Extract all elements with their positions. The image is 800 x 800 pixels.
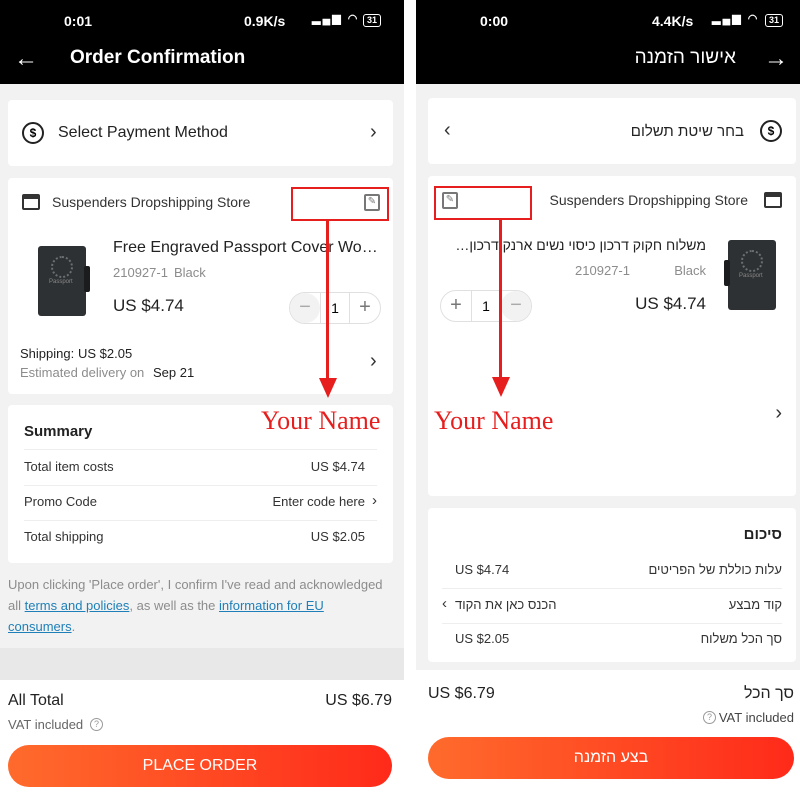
delivery-date: Sep 21 (153, 365, 195, 380)
store-name: Suspenders Dropshipping Store (52, 194, 251, 210)
status-time: 0:00 (480, 13, 509, 29)
store-card: ✎ Suspenders Dropshipping Store משלוח חק… (428, 176, 796, 496)
quantity-value[interactable]: 1 (471, 291, 501, 321)
total-value: US $6.79 (428, 685, 495, 702)
network-speed: 0.9K/s (244, 13, 286, 29)
total-label: All Total (8, 692, 64, 709)
disclaimer-text: Upon clicking 'Place order', I confirm I… (8, 577, 383, 634)
status-time: 0:01 (64, 13, 93, 29)
place-order-button[interactable]: PLACE ORDER (8, 745, 392, 787)
payment-method-label: Select Payment Method (58, 124, 228, 141)
back-arrow-icon[interactable]: → (764, 45, 788, 73)
chevron-right-icon: › (372, 492, 377, 509)
app-bar: ← Order Confirmation (0, 40, 404, 84)
summary-value: US $2.05 (310, 529, 365, 544)
annotation-text: Your Name (434, 406, 554, 435)
shipping-cost: US $2.05 (78, 346, 133, 361)
payment-hand-icon: $ (22, 122, 44, 144)
payment-method-row[interactable]: ‹ בחר שיטת תשלום $ (428, 98, 796, 164)
promo-code-input[interactable]: הכנס כאן את הקוד (455, 597, 556, 612)
vat-label: VAT included (8, 717, 84, 732)
status-bar: 0:01 0.9K/s ▂▄▆ ◠ 31 (0, 0, 404, 40)
vat-label: VAT included (718, 710, 794, 725)
back-arrow-icon[interactable]: ← (14, 45, 38, 73)
battery-icon: 31 (363, 14, 382, 27)
promo-code-input[interactable]: Enter code here (272, 494, 365, 509)
arrow-head-icon (319, 378, 337, 398)
summary-card: סיכום עלות כוללת של הפריטים US $4.74 קוד… (428, 508, 796, 662)
info-icon[interactable]: ? (90, 718, 103, 731)
product-variant: Black (674, 263, 706, 278)
summary-title: סיכום (743, 526, 782, 543)
status-bar: 0:00 4.4K/s ▂▄▆ ◠ 31 (416, 0, 800, 40)
chevron-left-icon: ‹ (444, 119, 451, 141)
summary-value: US $4.74 (310, 459, 365, 474)
battery-icon: 31 (765, 14, 784, 27)
app-bar: אישור הזמנה → (416, 40, 800, 84)
payment-method-label: בחר שיטת תשלום (630, 123, 744, 140)
annotation-box (291, 187, 389, 221)
summary-label: Total item costs (24, 459, 114, 474)
right-screen: 0:00 4.4K/s ▂▄▆ ◠ 31 אישור הזמנה → ‹ בחר… (416, 0, 800, 800)
store-name: Suspenders Dropshipping Store (549, 192, 748, 208)
annotation-text: Your Name (261, 406, 381, 435)
annotation-arrow (326, 220, 329, 380)
place-order-button[interactable]: בצע הזמנה (428, 737, 794, 779)
page-title: Order Confirmation (70, 47, 246, 68)
arrow-head-icon (492, 377, 510, 397)
checkout-bar: All Total US $6.79 VAT included ? PLACE … (0, 680, 404, 800)
product-sku: 210927-1 (575, 263, 630, 278)
product-image: Passport (38, 246, 90, 316)
summary-label: עלות כוללת של הפריטים (648, 562, 782, 577)
total-value: US $6.79 (325, 692, 392, 709)
store-icon (22, 194, 40, 210)
annotation-box (434, 186, 532, 220)
product-variant: Black (174, 265, 206, 280)
summary-title: Summary (24, 423, 93, 440)
summary-label: סך הכל משלוח (700, 631, 782, 646)
increase-button[interactable]: + (441, 291, 471, 321)
product-title[interactable]: Free Engraved Passport Cover Wo… (113, 239, 378, 257)
quantity-value[interactable]: 1 (320, 293, 350, 323)
summary-value: US $4.74 (455, 562, 510, 577)
info-icon[interactable]: ? (703, 711, 716, 724)
decrease-button[interactable]: − (290, 293, 320, 323)
network-speed: 4.4K/s (652, 13, 694, 29)
signal-wifi-icon: ▂▄▆ ◠ (712, 13, 760, 25)
shipping-label: Shipping: (20, 346, 75, 361)
summary-label: Total shipping (24, 529, 104, 544)
chevron-right-icon[interactable]: › (775, 402, 782, 425)
checkout-bar: US $6.79 סך הכל ? VAT included בצע הזמנה (416, 670, 800, 800)
terms-link[interactable]: terms and policies (25, 598, 130, 613)
payment-hand-icon: $ (760, 120, 782, 142)
product-image: Passport (724, 240, 776, 310)
annotation-arrow (499, 219, 502, 379)
delivery-prefix: Estimated delivery on (20, 365, 145, 380)
product-price: US $4.74 (113, 296, 184, 315)
product-sku: 210927-1 (113, 265, 168, 280)
product-price: US $4.74 (635, 294, 706, 313)
summary-value: US $2.05 (455, 631, 510, 646)
quantity-stepper: − 1 + (289, 292, 381, 324)
page-title: אישור הזמנה (634, 47, 736, 68)
left-screen: 0:01 0.9K/s ▂▄▆ ◠ 31 ← Order Confirmatio… (0, 0, 404, 800)
decrease-button[interactable]: − (501, 291, 531, 321)
signal-wifi-icon: ▂▄▆ ◠ (312, 13, 360, 25)
product-title[interactable]: משלוח חקוק דרכון כיסוי נשים ארנק דרכון… (446, 237, 706, 253)
payment-method-row[interactable]: $ Select Payment Method › (8, 100, 393, 166)
summary-label: Promo Code (24, 494, 97, 509)
summary-label: קוד מבצע (728, 597, 782, 612)
increase-button[interactable]: + (350, 293, 380, 323)
chevron-left-icon: ‹ (442, 595, 447, 612)
chevron-right-icon: › (370, 121, 377, 143)
chevron-right-icon[interactable]: › (370, 350, 377, 373)
quantity-stepper: + 1 − (440, 290, 532, 322)
store-icon (764, 192, 782, 208)
total-label: סך הכל (743, 685, 794, 702)
